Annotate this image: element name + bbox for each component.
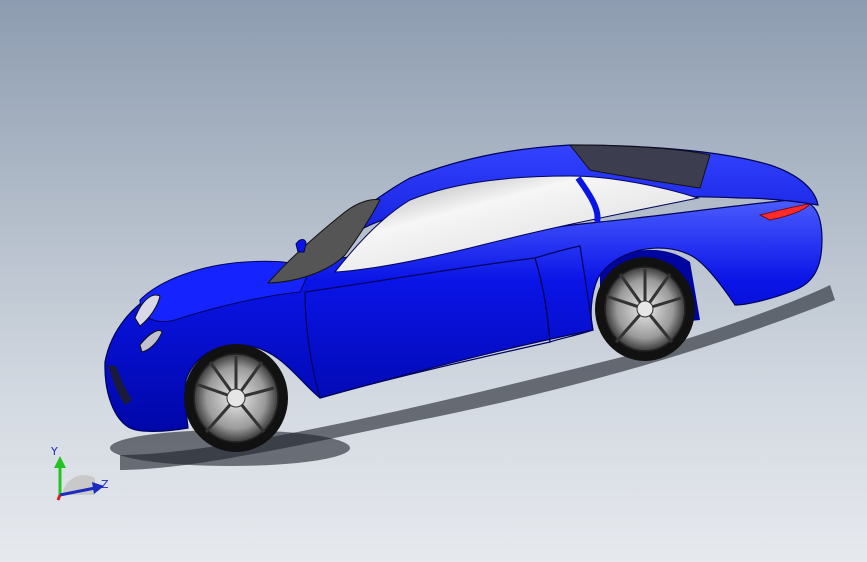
- view-triad[interactable]: Y Z: [50, 445, 109, 501]
- rear-wheel[interactable]: [595, 257, 695, 361]
- triad-x-axis: [56, 494, 62, 501]
- front-wheel[interactable]: [184, 344, 288, 452]
- side-mirror[interactable]: [295, 239, 307, 253]
- graphics-viewport[interactable]: Y Z: [0, 0, 867, 562]
- triad-y-label: Y: [50, 445, 58, 458]
- car-3d-model[interactable]: Y Z: [0, 0, 867, 562]
- triad-z-label: Z: [101, 478, 109, 491]
